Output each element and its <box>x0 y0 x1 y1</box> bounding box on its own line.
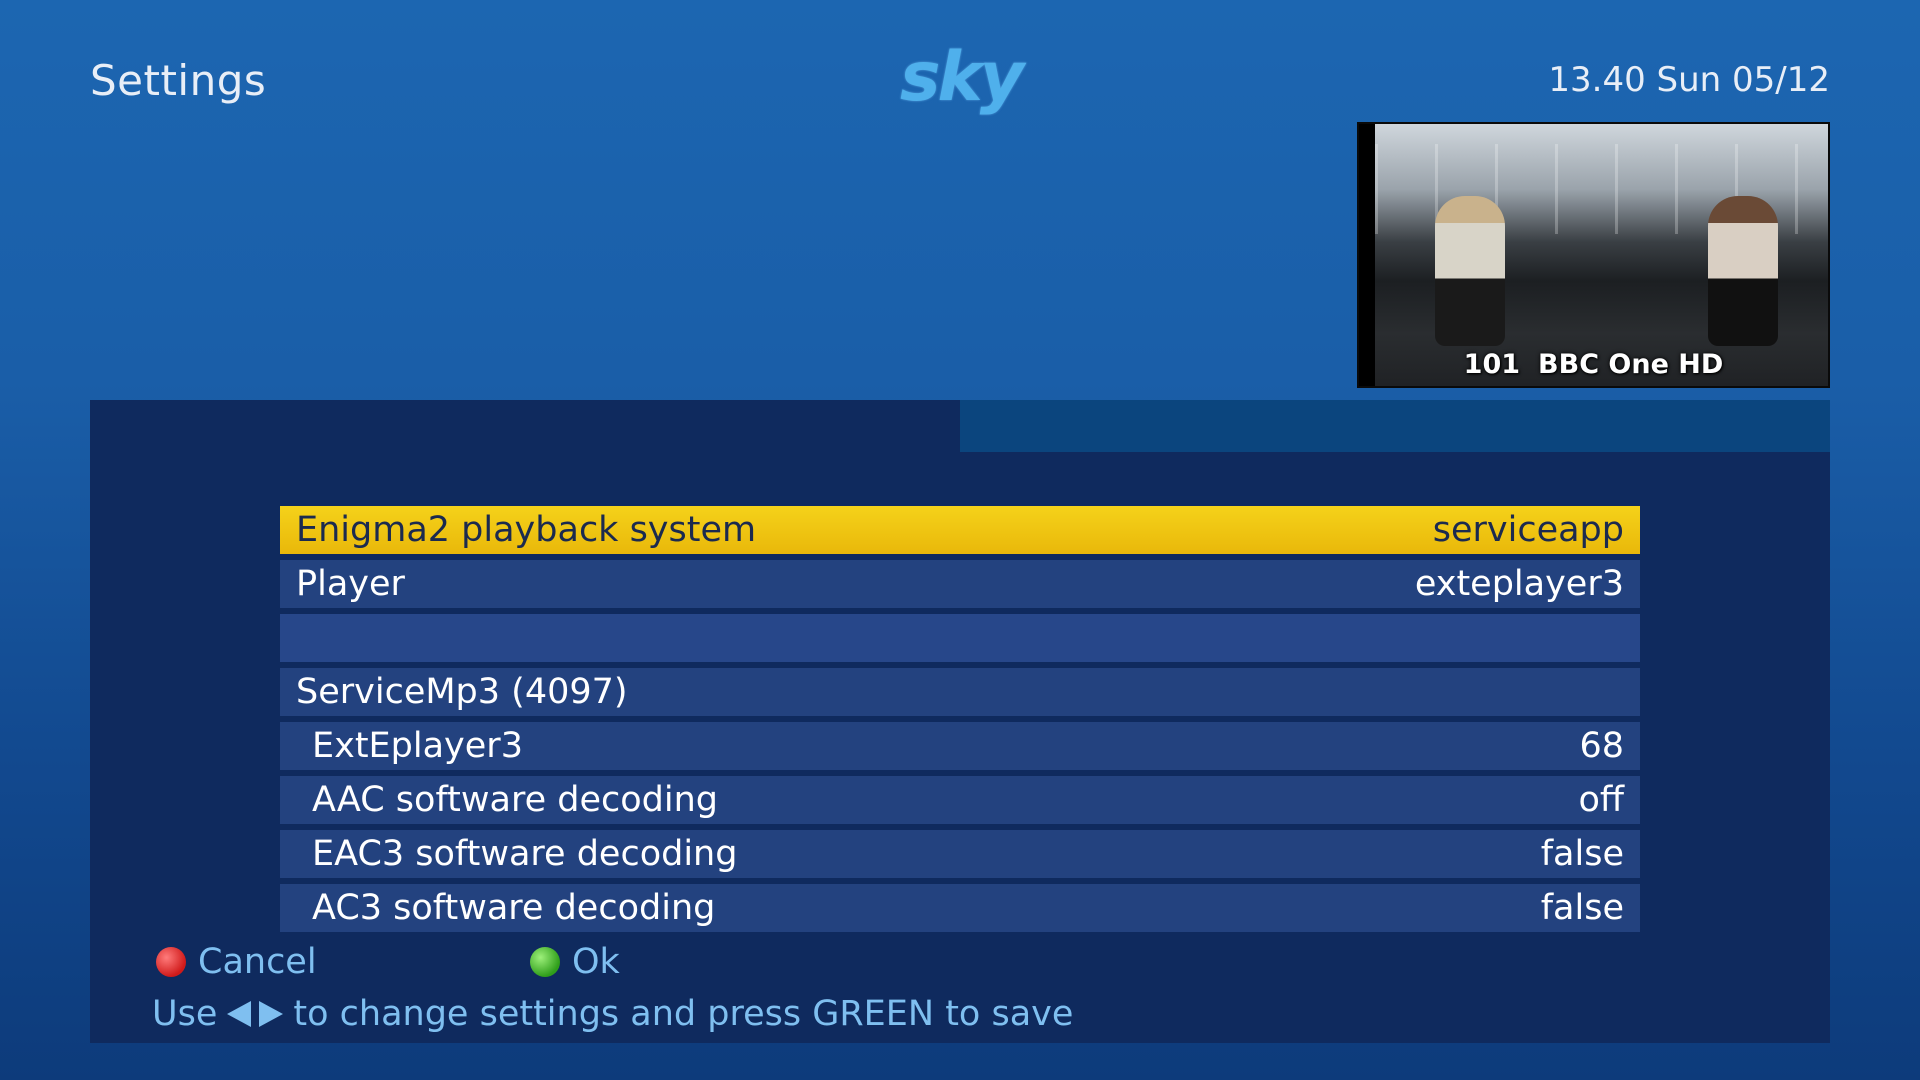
setting-label: EAC3 software decoding <box>312 834 738 874</box>
setting-value: false <box>1540 834 1624 874</box>
channel-name: BBC One HD <box>1538 349 1724 380</box>
page-title: Settings <box>90 56 267 105</box>
setting-row-playback-system[interactable]: Enigma2 playback system serviceapp <box>280 506 1640 554</box>
setting-row-player[interactable]: Player exteplayer3 <box>280 560 1640 608</box>
setting-row-spacer <box>280 614 1640 662</box>
setting-row-servicemp3[interactable]: ServiceMp3 (4097) <box>280 668 1640 716</box>
setting-label: ExtEplayer3 <box>312 726 523 766</box>
channel-number: 101 <box>1463 349 1521 380</box>
cancel-button[interactable]: Cancel <box>156 942 317 982</box>
setting-value: false <box>1540 888 1624 928</box>
cancel-label: Cancel <box>198 942 317 982</box>
setting-label: AC3 software decoding <box>312 888 716 928</box>
setting-value: serviceapp <box>1432 510 1624 550</box>
left-right-arrows-icon <box>227 999 284 1029</box>
picture-in-picture: 101 BBC One HD <box>1357 122 1830 388</box>
red-circle-icon <box>156 947 186 977</box>
hint-suffix: to change settings and press GREEN to sa… <box>293 994 1074 1034</box>
help-hint: Use to change settings and press GREEN t… <box>152 994 1073 1034</box>
setting-label: AAC software decoding <box>312 780 718 820</box>
clock: 13.40 Sun 05/12 <box>1548 60 1830 100</box>
channel-caption: 101 BBC One HD <box>1359 349 1828 380</box>
setting-value: exteplayer3 <box>1414 564 1624 604</box>
setting-label: Player <box>296 564 405 604</box>
settings-panel: Enigma2 playback system serviceapp Playe… <box>90 400 1830 1043</box>
ok-button[interactable]: Ok <box>530 942 620 982</box>
setting-value: 68 <box>1579 726 1624 766</box>
green-circle-icon <box>530 947 560 977</box>
sky-logo: sky <box>900 38 1024 117</box>
settings-list: Enigma2 playback system serviceapp Playe… <box>280 506 1640 938</box>
setting-row-eac3-decoding[interactable]: EAC3 software decoding false <box>280 830 1640 878</box>
setting-row-exteplayer3[interactable]: ExtEplayer3 68 <box>280 722 1640 770</box>
setting-label: ServiceMp3 (4097) <box>296 672 628 712</box>
tv-preview-image <box>1375 124 1828 386</box>
setting-row-aac-decoding[interactable]: AAC software decoding off <box>280 776 1640 824</box>
setting-row-ac3-decoding[interactable]: AC3 software decoding false <box>280 884 1640 932</box>
panel-header-strip <box>960 400 1830 452</box>
hint-prefix: Use <box>152 994 218 1034</box>
setting-label: Enigma2 playback system <box>296 510 757 550</box>
ok-label: Ok <box>572 942 620 982</box>
setting-value: off <box>1578 780 1624 820</box>
